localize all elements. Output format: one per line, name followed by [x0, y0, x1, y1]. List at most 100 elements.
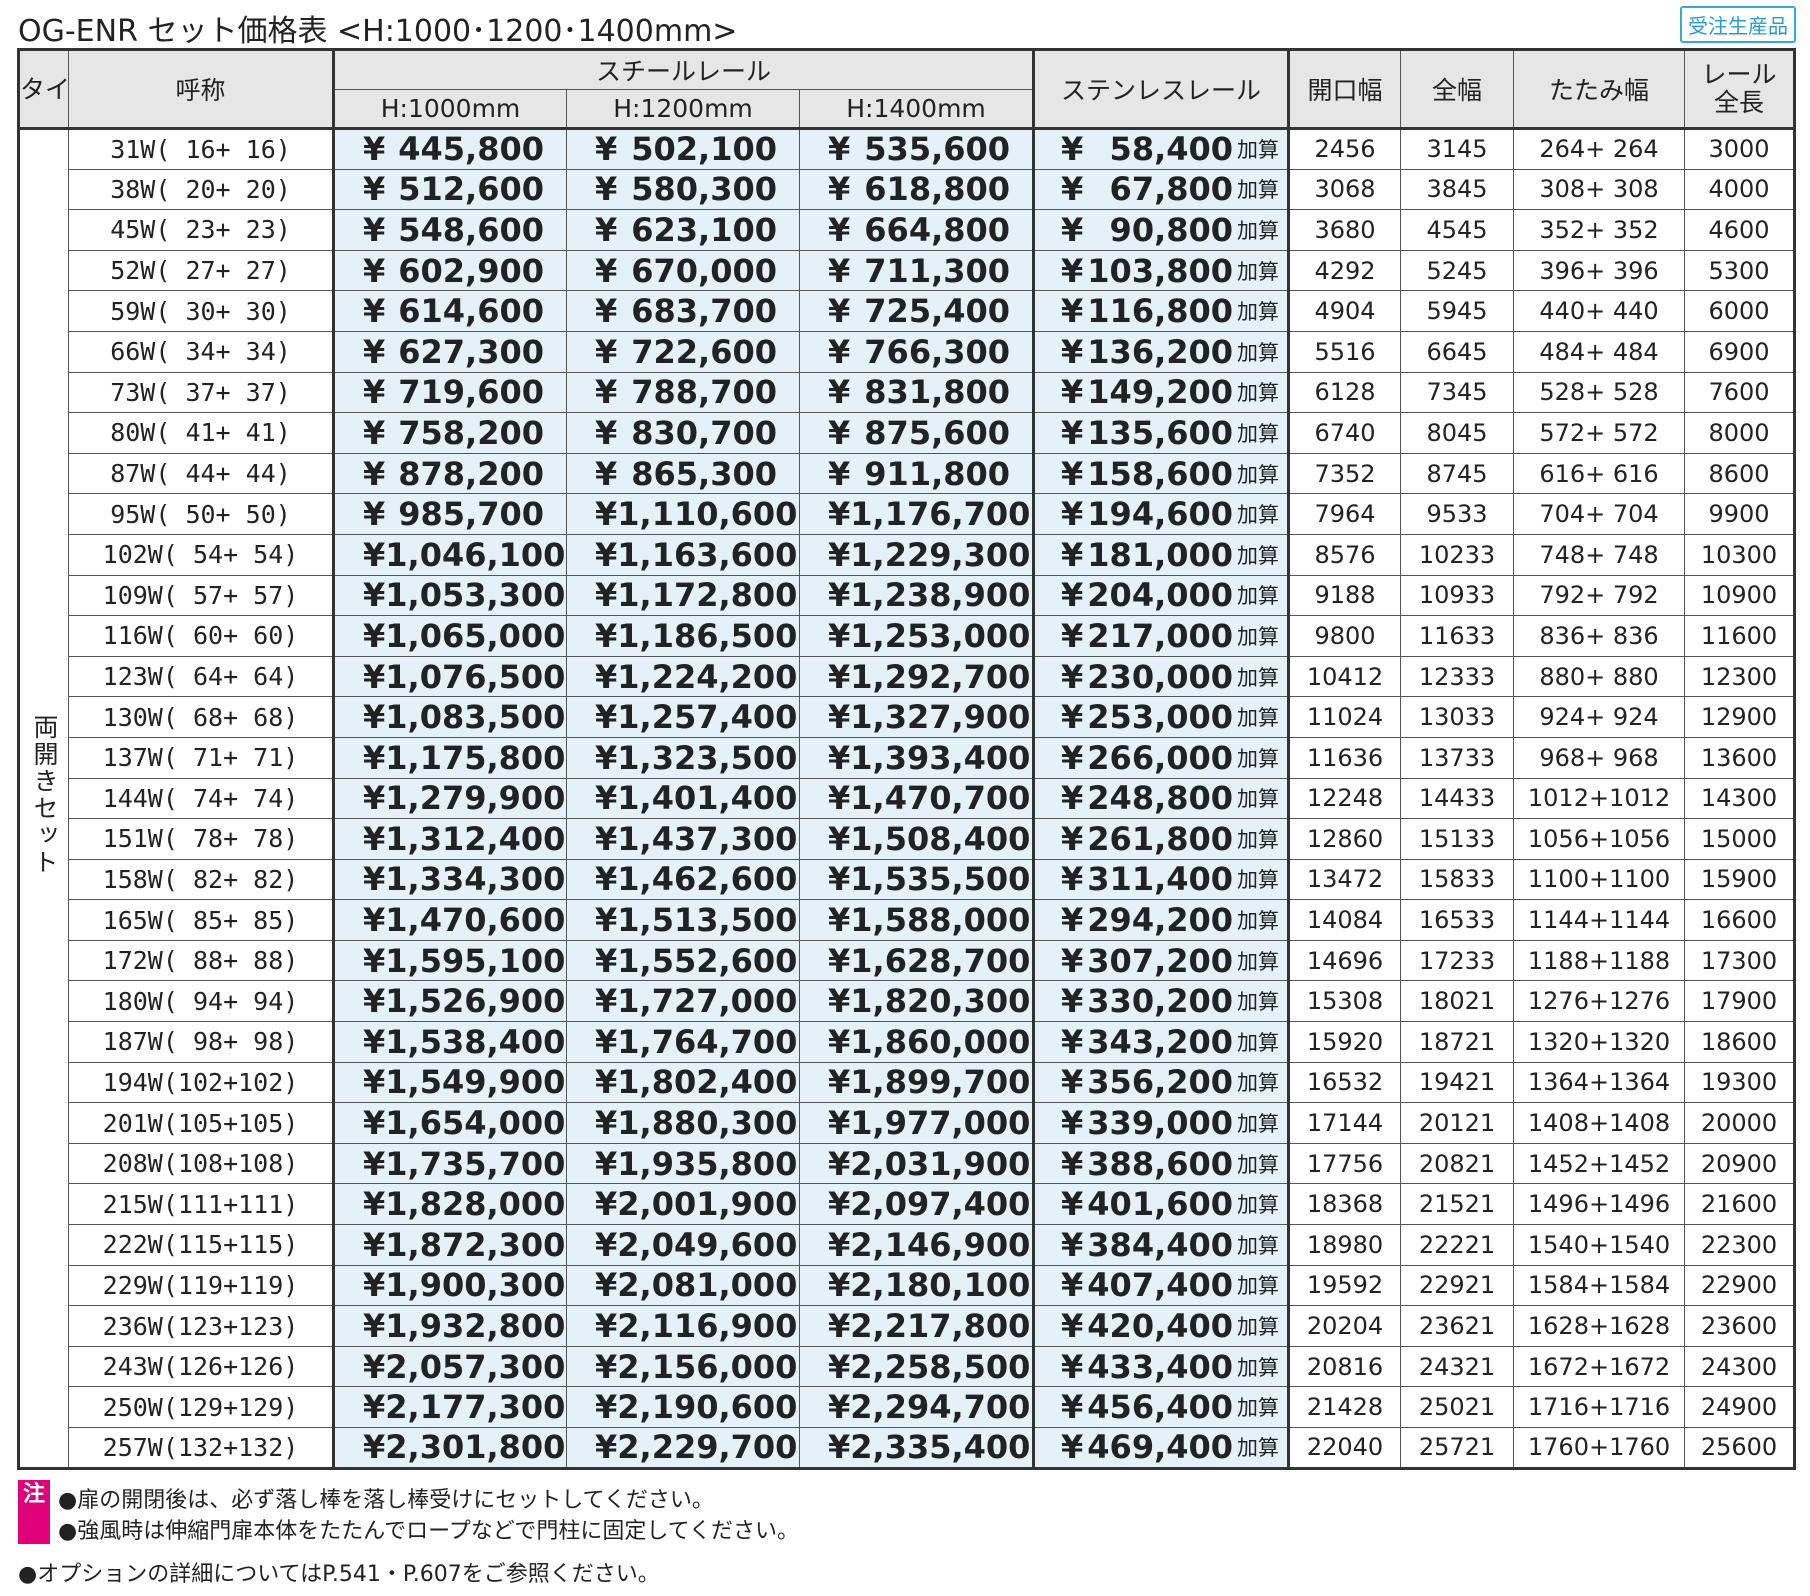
currency-symbol: ¥ [363, 413, 386, 452]
page-title: OG-ENR セット価格表 <H:1000･1200･1400mm> [18, 14, 738, 49]
row-name: 130W( 68+ 68) [68, 696, 334, 738]
price-h1400: ¥2,217,800 [798, 1305, 1035, 1347]
table-row: 215W(111+111) ¥1,828,000 ¥2,001,900 ¥2,097,… [19, 1183, 1796, 1226]
rail-length: 16600 [1684, 899, 1796, 941]
opening-width: 18980 [1287, 1224, 1402, 1266]
add-label: 加算 [1237, 218, 1280, 243]
currency-symbol: ¥ [595, 373, 618, 412]
rail-length: 8000 [1684, 412, 1796, 454]
price-h1000: ¥445,800 [332, 128, 567, 170]
add-label: 加算 [1237, 624, 1280, 649]
price-stainless: ¥135,600 加算 [1032, 412, 1290, 454]
opening-width: 4904 [1287, 290, 1402, 332]
price-h1400: ¥831,800 [798, 371, 1035, 414]
price-h1200: ¥2,081,000 [566, 1264, 800, 1307]
table-row: 243W(126+126) ¥2,057,300 ¥2,156,000 ¥2,258,… [19, 1345, 1796, 1388]
currency-symbol: ¥ [595, 616, 618, 655]
price-stainless: ¥384,400 加算 [1032, 1224, 1290, 1266]
price-value: 420,400 [1087, 1307, 1234, 1346]
rail-length: 4600 [1684, 209, 1796, 251]
currency-symbol: ¥ [828, 413, 851, 452]
price-h1000: ¥2,301,800 [332, 1427, 567, 1469]
add-label: 加算 [1237, 1315, 1280, 1340]
currency-symbol: ¥ [828, 1185, 851, 1224]
opening-width: 3680 [1287, 209, 1402, 251]
price-h1000: ¥1,470,600 [332, 899, 567, 941]
table-row: 250W(129+129) ¥2,177,300 ¥2,190,600 ¥2,294,… [19, 1386, 1796, 1428]
price-value: 1,727,000 [617, 982, 798, 1021]
price-h1000: ¥1,046,100 [332, 533, 567, 576]
price-h1000: ¥1,828,000 [332, 1183, 567, 1226]
price-value: 1,932,800 [385, 1307, 566, 1346]
currency-symbol: ¥ [595, 698, 618, 737]
price-h1000: ¥1,595,100 [332, 939, 567, 982]
price-h1400: ¥1,470,700 [798, 777, 1035, 820]
price-h1200: ¥722,600 [566, 330, 800, 373]
opening-width: 20816 [1287, 1345, 1402, 1388]
row-name: 80W( 41+ 41) [68, 412, 334, 454]
price-value: 1,935,800 [617, 1144, 798, 1183]
price-value: 2,049,600 [617, 1225, 798, 1264]
row-name: 201W(105+105) [68, 1102, 334, 1144]
price-stainless: ¥90,800 加算 [1032, 209, 1290, 251]
price-value: 1,175,800 [385, 738, 566, 777]
currency-symbol: ¥ [363, 1185, 386, 1224]
price-value: 1,588,000 [850, 901, 1031, 940]
price-value: 2,190,600 [617, 1388, 798, 1427]
opening-width: 14696 [1287, 939, 1402, 982]
price-value: 831,800 [864, 373, 1011, 412]
total-width: 8745 [1400, 452, 1515, 495]
total-width: 22221 [1400, 1224, 1515, 1266]
currency-symbol: ¥ [363, 616, 386, 655]
price-h1200: ¥623,100 [566, 209, 800, 251]
table-row: 123W( 64+ 64) ¥1,076,500 ¥1,224,200 ¥1,292,… [19, 655, 1796, 698]
folded-width: 1144+1144 [1513, 899, 1686, 941]
add-label: 加算 [1237, 746, 1280, 771]
folded-width: 264+ 264 [1513, 128, 1686, 170]
price-value: 217,000 [1087, 616, 1234, 655]
rail-length: 8600 [1684, 452, 1796, 495]
currency-symbol: ¥ [828, 130, 851, 169]
price-h1000: ¥1,334,300 [332, 858, 567, 901]
add-label: 加算 [1237, 1233, 1280, 1258]
price-value: 1,176,700 [850, 495, 1031, 534]
currency-symbol: ¥ [595, 1388, 618, 1427]
price-value: 194,600 [1087, 495, 1234, 534]
price-value: 618,800 [864, 170, 1011, 209]
currency-symbol: ¥ [363, 210, 386, 249]
price-h1200: ¥1,764,700 [566, 1021, 800, 1063]
currency-symbol: ¥ [595, 941, 618, 980]
rail-length: 12300 [1684, 655, 1796, 698]
currency-symbol: ¥ [363, 1063, 386, 1102]
row-name: 59W( 30+ 30) [68, 290, 334, 332]
currency-symbol: ¥ [1061, 454, 1084, 493]
currency-symbol: ¥ [828, 454, 851, 493]
opening-width: 8576 [1287, 533, 1402, 576]
rail-length: 6900 [1684, 330, 1796, 373]
price-value: 1,065,000 [385, 616, 566, 655]
currency-symbol: ¥ [595, 1063, 618, 1102]
folded-width: 572+ 572 [1513, 412, 1686, 454]
price-h1400: ¥1,253,000 [798, 615, 1035, 657]
price-stainless: ¥407,400 加算 [1032, 1264, 1290, 1307]
price-h1400: ¥2,180,100 [798, 1264, 1035, 1307]
currency-symbol: ¥ [828, 1063, 851, 1102]
price-value: 1,393,400 [850, 738, 1031, 777]
currency-symbol: ¥ [595, 495, 618, 534]
currency-symbol: ¥ [1061, 251, 1084, 290]
price-value: 725,400 [864, 292, 1011, 331]
price-h1000: ¥548,600 [332, 209, 567, 251]
rail-length: 13600 [1684, 736, 1796, 779]
add-label: 加算 [1237, 909, 1280, 934]
price-stainless: ¥311,400 加算 [1032, 858, 1290, 901]
currency-symbol: ¥ [828, 210, 851, 249]
price-value: 664,800 [864, 210, 1011, 249]
price-h1000: ¥614,600 [332, 290, 567, 332]
price-value: 1,595,100 [385, 941, 566, 980]
currency-symbol: ¥ [363, 1225, 386, 1264]
folded-width: 1188+1188 [1513, 939, 1686, 982]
table-row: 109W( 57+ 57) ¥1,053,300 ¥1,172,800 ¥1,238,… [19, 574, 1796, 617]
price-value: 158,600 [1087, 454, 1234, 493]
currency-symbol: ¥ [363, 941, 386, 980]
table-row: 208W(108+108) ¥1,735,700 ¥1,935,800 ¥2,031,… [19, 1142, 1796, 1185]
